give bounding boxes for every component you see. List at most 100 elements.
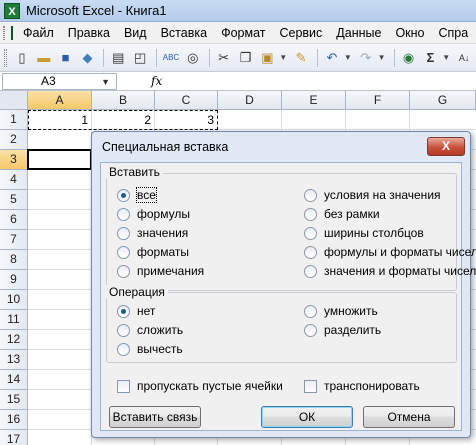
sort-ascending-icon[interactable]: A↓	[454, 48, 474, 68]
menu-window[interactable]: Окно	[395, 26, 424, 40]
radio-off-icon[interactable]	[117, 245, 130, 259]
radio-off-icon[interactable]	[117, 207, 130, 221]
row-header-17[interactable]: 17	[0, 430, 28, 445]
select-all-corner[interactable]	[0, 91, 28, 110]
cancel-button[interactable]: Отмена	[363, 406, 455, 428]
research-icon[interactable]: ◎	[183, 48, 203, 68]
menu-tools[interactable]: Сервис	[279, 26, 322, 40]
radio-off-icon[interactable]	[304, 323, 317, 337]
paste-icon[interactable]: ▣	[257, 48, 277, 68]
radio-off-icon[interactable]	[304, 188, 317, 202]
row-header-4[interactable]: 4	[0, 170, 28, 190]
fx-icon[interactable]: fx	[151, 74, 162, 88]
column-header-c[interactable]: C	[155, 91, 218, 110]
row-header-12[interactable]: 12	[0, 330, 28, 350]
paste-option-all[interactable]: все	[117, 187, 157, 203]
column-header-a[interactable]: A	[28, 91, 92, 110]
undo-icon[interactable]: ↶	[322, 48, 342, 68]
row-header-7[interactable]: 7	[0, 230, 28, 250]
radio-off-icon[interactable]	[304, 245, 317, 259]
print-icon[interactable]: ▤	[108, 48, 128, 68]
permission-icon[interactable]: ◆	[78, 48, 98, 68]
menu-grip-icon[interactable]	[3, 25, 5, 40]
operation-option-none[interactable]: нет	[117, 303, 155, 319]
row-header-9[interactable]: 9	[0, 270, 28, 290]
operation-option-divide[interactable]: разделить	[304, 322, 381, 338]
print-preview-icon[interactable]: ◰	[130, 48, 150, 68]
column-header-b[interactable]: B	[92, 91, 155, 110]
paste-dropdown-icon[interactable]: ▼	[279, 53, 287, 62]
menu-edit[interactable]: Правка	[68, 26, 110, 40]
column-header-d[interactable]: D	[218, 91, 282, 110]
column-header-e[interactable]: E	[282, 91, 346, 110]
format-painter-icon[interactable]: ✎	[291, 48, 311, 68]
menu-format[interactable]: Формат	[221, 26, 265, 40]
checkbox-icon[interactable]	[304, 379, 317, 393]
radio-off-icon[interactable]	[117, 323, 130, 337]
skip-blanks-checkbox[interactable]: пропускать пустые ячейки	[117, 378, 283, 394]
copy-icon[interactable]: ❐	[236, 48, 256, 68]
radio-off-icon[interactable]	[304, 304, 317, 318]
radio-off-icon[interactable]	[304, 226, 317, 240]
paste-option-formats[interactable]: форматы	[117, 244, 189, 260]
row-header-5[interactable]: 5	[0, 190, 28, 210]
row-header-14[interactable]: 14	[0, 370, 28, 390]
paste-option-no-borders[interactable]: без рамки	[304, 206, 380, 222]
row-header-1[interactable]: 1	[0, 110, 28, 130]
menu-insert[interactable]: Вставка	[161, 26, 207, 40]
paste-option-values-number-formats[interactable]: значения и форматы чисел	[304, 263, 476, 279]
radio-off-icon[interactable]	[117, 342, 130, 356]
row-header-16[interactable]: 16	[0, 410, 28, 430]
paste-option-formulas-number-formats[interactable]: формулы и форматы чисел	[304, 244, 476, 260]
close-button[interactable]: X	[427, 137, 465, 156]
row-header-6[interactable]: 6	[0, 210, 28, 230]
name-box-dropdown-icon[interactable]: ▼	[101, 77, 110, 87]
menu-data[interactable]: Данные	[336, 26, 381, 40]
paste-option-comments[interactable]: примечания	[117, 263, 204, 279]
radio-on-icon[interactable]	[117, 304, 130, 318]
row-header-15[interactable]: 15	[0, 390, 28, 410]
redo-dropdown-icon[interactable]: ▼	[378, 53, 386, 62]
open-folder-icon[interactable]: ▬	[34, 48, 54, 68]
column-header-g[interactable]: G	[410, 91, 476, 110]
save-icon[interactable]: ■	[56, 48, 76, 68]
hyperlink-icon[interactable]: ◉	[399, 48, 419, 68]
spelling-icon[interactable]: ABC	[161, 48, 181, 68]
autosum-dropdown-icon[interactable]: ▼	[442, 53, 450, 62]
operation-option-add[interactable]: сложить	[117, 322, 183, 338]
redo-icon[interactable]: ↷	[356, 48, 376, 68]
new-document-icon[interactable]: ▯	[12, 48, 32, 68]
menu-file[interactable]: Файл	[23, 26, 54, 40]
undo-dropdown-icon[interactable]: ▼	[344, 53, 352, 62]
row-header-13[interactable]: 13	[0, 350, 28, 370]
autosum-icon[interactable]: Σ	[420, 48, 440, 68]
row-header-3[interactable]: 3	[0, 150, 28, 170]
transpose-checkbox[interactable]: транспонировать	[304, 378, 420, 394]
radio-off-icon[interactable]	[117, 264, 130, 278]
radio-off-icon[interactable]	[117, 226, 130, 240]
name-box[interactable]: A3 ▼	[2, 72, 117, 90]
row-header-8[interactable]: 8	[0, 250, 28, 270]
menu-view[interactable]: Вид	[124, 26, 147, 40]
paste-option-validation[interactable]: условия на значения	[304, 187, 441, 203]
operation-option-subtract[interactable]: вычесть	[117, 341, 183, 357]
row-header-11[interactable]: 11	[0, 310, 28, 330]
column-header-f[interactable]: F	[346, 91, 410, 110]
active-cell-a3[interactable]	[27, 149, 92, 170]
checkbox-icon[interactable]	[117, 379, 130, 393]
menu-help[interactable]: Спра	[439, 26, 469, 40]
document-icon[interactable]	[11, 25, 13, 40]
operation-option-multiply[interactable]: умножить	[304, 303, 378, 319]
paste-option-formulas[interactable]: формулы	[117, 206, 190, 222]
radio-on-icon[interactable]	[117, 188, 130, 202]
toolbar-grip-icon[interactable]	[4, 48, 7, 67]
ok-button[interactable]: ОК	[261, 406, 353, 428]
radio-off-icon[interactable]	[304, 264, 317, 278]
paste-option-values[interactable]: значения	[117, 225, 188, 241]
paste-option-column-widths[interactable]: ширины столбцов	[304, 225, 424, 241]
radio-off-icon[interactable]	[304, 207, 317, 221]
row-header-10[interactable]: 10	[0, 290, 28, 310]
cut-icon[interactable]: ✂	[214, 48, 234, 68]
row-header-2[interactable]: 2	[0, 130, 28, 150]
paste-link-button[interactable]: Вставить связь	[109, 406, 201, 428]
